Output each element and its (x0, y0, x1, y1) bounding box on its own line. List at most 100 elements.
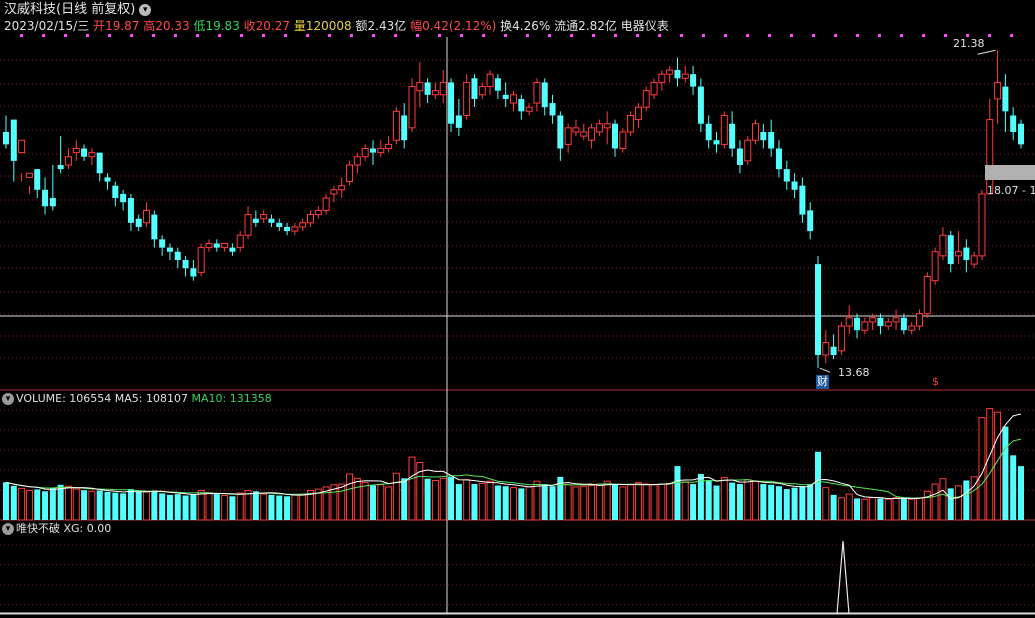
signal-dot (64, 34, 67, 37)
candle-body (143, 209, 151, 224)
candle-body (96, 152, 103, 174)
signal-dot (812, 34, 815, 37)
candle-body (3, 131, 9, 145)
candle-body (955, 251, 963, 257)
volume-collapse-icon[interactable]: ▾ (2, 393, 14, 405)
volume-bar (25, 490, 33, 521)
candle-body (690, 74, 697, 87)
financial-event-marker[interactable]: 财 (816, 375, 829, 389)
candle-body (486, 73, 494, 88)
volume-bar (463, 479, 471, 521)
candle-body (64, 156, 72, 166)
candle-body (236, 234, 244, 249)
indicator-legend: 唯快不破 XG: 0.00 (16, 522, 112, 535)
signal-dot (174, 34, 177, 37)
candle-body (1018, 123, 1024, 145)
volume-bar (642, 483, 650, 521)
candle-body (338, 185, 346, 191)
volume-bar (197, 490, 205, 521)
candle-body (854, 317, 861, 331)
candle-body (72, 147, 80, 154)
volume-bar (916, 497, 923, 521)
candle-body (572, 127, 580, 133)
ma10-value: 131358 (229, 392, 272, 405)
candle-body (268, 218, 275, 223)
volume-bar (627, 484, 635, 521)
volume-bar (72, 488, 80, 521)
volume-bar (1002, 426, 1009, 520)
volume-bar (448, 476, 455, 520)
candle-body (642, 90, 650, 108)
candle-body (783, 169, 790, 182)
signal-dot (394, 34, 397, 37)
volume-bar (986, 408, 994, 521)
volume-bar (690, 484, 697, 520)
candle-body (994, 81, 1002, 100)
dividend-event-marker[interactable]: $ (932, 375, 939, 389)
candle-body (494, 78, 501, 91)
volume-bar (112, 492, 119, 520)
candle-body (830, 346, 837, 355)
candle-body (369, 148, 376, 153)
candle-body (627, 114, 635, 133)
kline-chart[interactable] (0, 0, 1035, 618)
volume-bar (486, 480, 494, 521)
signal-dot (130, 34, 133, 37)
volume-bar (525, 486, 533, 521)
candle-body (525, 106, 533, 112)
signal-dot (108, 34, 111, 37)
signal-dot (592, 34, 595, 37)
candle-body (330, 189, 338, 195)
signal-dot (1010, 34, 1013, 37)
volume-bar (572, 486, 580, 521)
candle-body (634, 106, 642, 121)
candle-body (1002, 86, 1009, 112)
volume-bar (268, 494, 275, 520)
signal-dot (372, 34, 375, 37)
indicator-collapse-icon[interactable]: ▾ (2, 523, 14, 535)
candle-body (729, 123, 736, 149)
volume-bar (439, 477, 447, 521)
volume-bar (120, 493, 127, 520)
candle-body (510, 94, 517, 104)
candle-body (10, 119, 17, 161)
candle-body (580, 131, 588, 137)
candle-body (837, 325, 845, 352)
candle-body (401, 115, 408, 141)
signal-dot (86, 34, 89, 37)
volume-bar (190, 494, 197, 520)
candle-body (197, 247, 205, 273)
candle-body (775, 148, 782, 170)
candle-body (822, 342, 830, 356)
volume-bar (807, 484, 814, 520)
volume-bar (236, 492, 244, 521)
volume-bar (361, 482, 369, 521)
signal-dot (196, 34, 199, 37)
candle-body (908, 325, 916, 331)
candle-body (619, 131, 627, 149)
signal-dot (328, 34, 331, 37)
volume-bar (619, 486, 627, 521)
volume-bar (736, 484, 743, 520)
signal-dot (988, 34, 991, 37)
candle-body (159, 239, 166, 248)
candle-body (705, 123, 712, 141)
signal-dot (944, 34, 947, 37)
candle-body (947, 235, 954, 265)
volume-bar (260, 493, 268, 521)
volume-bar (81, 490, 88, 520)
candle-body (291, 226, 299, 232)
volume-ma5-line (5, 413, 1022, 500)
price-range-box (985, 165, 1035, 180)
volume-bar (744, 479, 752, 521)
volume-bar (791, 487, 798, 520)
signal-dot (20, 34, 23, 37)
signal-dot (900, 34, 903, 37)
volume-bar (88, 490, 96, 521)
candle-body (81, 148, 88, 157)
candle-body (603, 123, 611, 129)
candle-body (564, 127, 572, 145)
volume-bar (822, 487, 830, 521)
indicator-name: 唯快不破 (16, 522, 60, 535)
volume-bar (713, 485, 720, 520)
